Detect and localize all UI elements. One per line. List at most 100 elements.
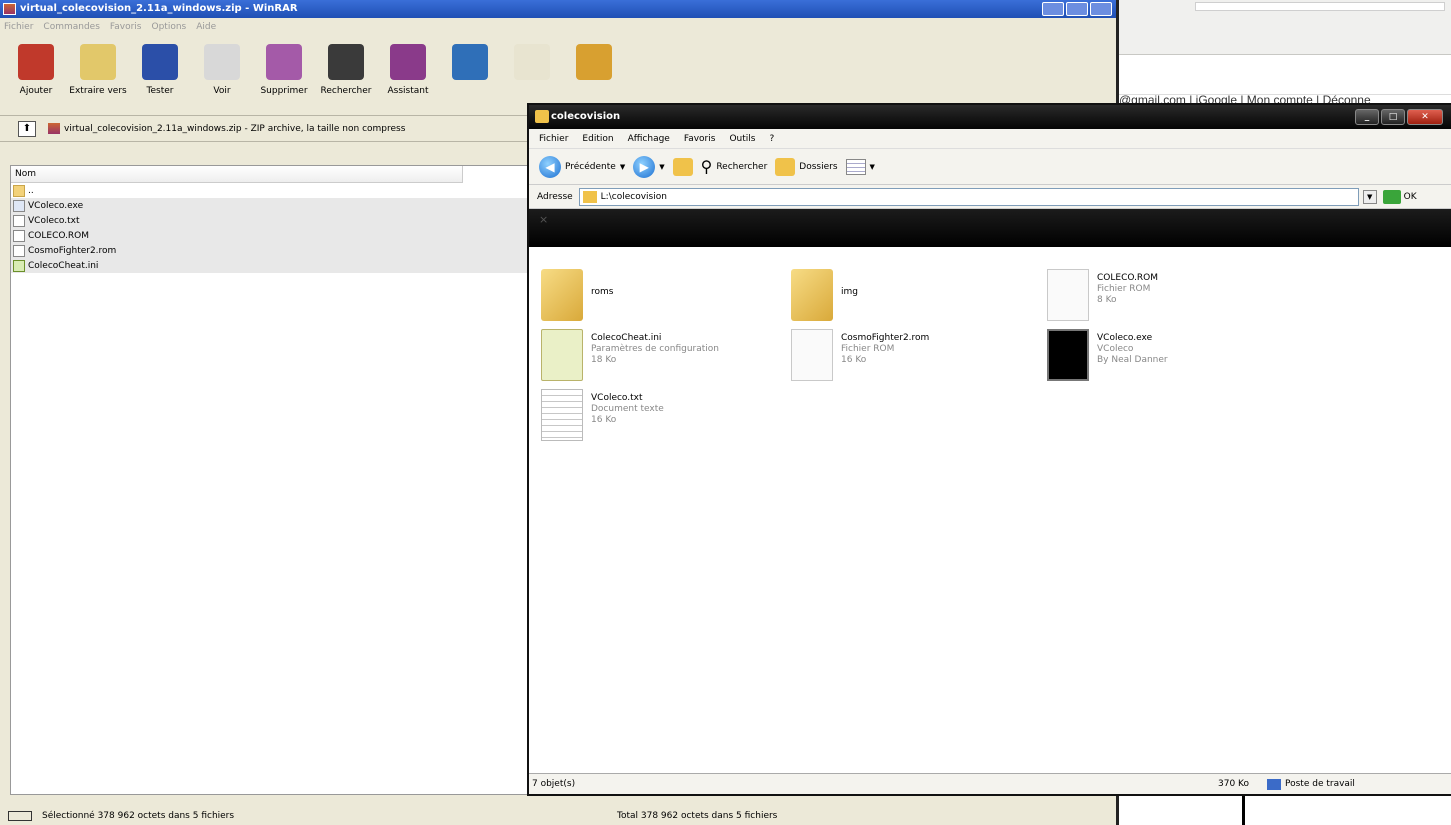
menu-aide[interactable]: Aide [196,22,216,32]
txt-file-icon [13,214,25,227]
toolbar-button-sfx[interactable] [566,44,622,86]
toolbar-button-voir[interactable]: Voir [194,44,250,96]
address-value: L:\colecovision [600,191,667,202]
file-item-name: roms [591,287,614,297]
views-button[interactable]: ▼ [845,158,875,175]
view-icon [204,44,240,80]
toolbar-button-ajouter[interactable]: Ajouter [8,44,64,96]
winrar-title: virtual_colecovision_2.11a_windows.zip -… [20,3,298,14]
toolbar-button-assistant[interactable]: Assistant [380,44,436,96]
chevron-down-icon[interactable]: ▼ [659,163,664,171]
address-dropdown-button[interactable]: ▼ [1362,189,1377,204]
exe-file-icon [13,199,25,212]
address-label: Adresse [537,191,573,202]
file-item-info: Paramètres de configuration [591,344,719,354]
close-button[interactable] [1090,2,1112,16]
test-icon [142,44,178,80]
add-archive-icon [18,44,54,80]
delete-icon [266,44,302,80]
file-item-info: Fichier ROM [841,344,895,354]
toolbar-button-comment[interactable] [504,44,560,86]
winrar-statusbar: Sélectionné 378 962 octets dans 5 fichie… [0,806,1116,825]
info-icon [452,44,488,80]
menu-edition[interactable]: Edition [582,134,613,144]
menu-fichier[interactable]: Fichier [4,22,33,32]
drive-icon[interactable] [8,810,32,821]
search-button[interactable]: ⚲ Rechercher [701,157,768,176]
winrar-titlebar[interactable]: virtual_colecovision_2.11a_windows.zip -… [0,0,1116,18]
toolbar-button-extraire-vers[interactable]: Extraire vers [69,44,127,96]
menu-favoris[interactable]: Favoris [110,22,142,32]
winrar-app-icon [3,3,16,15]
folder-icon [535,110,549,123]
toolbar-button-rechercher[interactable]: Rechercher [318,44,374,96]
file-item[interactable]: roms [541,269,613,321]
explorer-menubar: Fichier Edition Affichage Favoris Outils… [529,129,1451,149]
file-item-name: VColeco.txt [591,393,643,403]
archive-path[interactable]: virtual_colecovision_2.11a_windows.zip -… [48,123,405,134]
close-icon[interactable]: × [539,213,548,226]
file-item-details: COLECO.ROM Fichier ROM 8 Ko [1097,269,1158,305]
folders-label: Dossiers [799,161,838,172]
rom-file-icon [13,229,25,242]
file-item[interactable]: VColeco.exe VColeco By Neal Danner [1047,329,1168,381]
file-item[interactable]: img [791,269,858,321]
go-label: OK [1403,191,1417,202]
back-arrow-icon: ◀ [539,155,561,178]
file-item-name: img [841,287,858,297]
explorer-titlebar[interactable]: colecovision _ □ ✕ [529,105,1451,129]
file-item[interactable]: ColecoCheat.ini Paramètres de configurati… [541,329,719,381]
forward-button[interactable]: ▶ ▼ [633,155,665,178]
toolbar-button-supprimer[interactable]: Supprimer [256,44,312,96]
toolbar-button-label: Rechercher [320,86,372,96]
folder-icon [582,190,597,203]
folder-icon [541,269,583,321]
file-item[interactable]: COLECO.ROM Fichier ROM 8 Ko [1047,269,1158,321]
menu-commandes[interactable]: Commandes [43,22,99,32]
toolbar-button-info[interactable] [442,44,498,86]
doc-icon [791,329,833,381]
close-button[interactable]: ✕ [1407,109,1443,125]
file-item[interactable]: VColeco.txt Document texte 16 Ko [541,389,664,441]
file-item-details: VColeco.exe VColeco By Neal Danner [1097,329,1168,365]
minimize-button[interactable]: _ [1355,109,1379,125]
rom-file-icon [13,244,25,257]
menu-options[interactable]: Options [152,22,187,32]
menu-favoris[interactable]: Favoris [684,134,716,144]
minimize-button[interactable] [1042,2,1064,16]
file-item-info: 8 Ko [1097,295,1117,305]
archive-file-name: VColeco.exe [28,200,84,211]
up-folder-button[interactable]: ⬆ [18,120,36,137]
menu-help[interactable]: ? [769,134,774,144]
menu-affichage[interactable]: Affichage [628,134,670,144]
go-button[interactable]: OK [1382,189,1417,204]
folder-up-icon[interactable] [672,157,693,176]
toolbar-button-tester[interactable]: Tester [132,44,188,96]
column-header-name[interactable]: Nom [11,166,463,183]
menu-outils[interactable]: Outils [729,134,755,144]
dark-band: × [529,209,1451,247]
maximize-button[interactable]: □ [1381,109,1405,125]
archive-file-name: ColecoCheat.ini [28,260,99,271]
winrar-window-controls [1042,2,1112,16]
explorer-window-controls: _ □ ✕ [1355,109,1443,125]
computer-icon [1267,778,1281,790]
folder-file-icon [13,184,25,197]
ini-icon [541,329,583,381]
file-item-details: CosmoFighter2.rom Fichier ROM 16 Ko [841,329,929,365]
selection-status: Sélectionné 378 962 octets dans 5 fichie… [42,810,235,821]
address-field[interactable]: L:\colecovision [578,187,1359,206]
back-button[interactable]: ◀ Précédente ▼ [539,155,625,178]
file-item[interactable]: CosmoFighter2.rom Fichier ROM 16 Ko [791,329,929,381]
maximize-button[interactable] [1066,2,1088,16]
location-zone: Poste de travail [1259,778,1355,790]
wizard-icon [390,44,426,80]
comment-icon [514,44,550,80]
chevron-down-icon[interactable]: ▼ [620,163,625,171]
toolbar-button-label: Assistant [387,86,429,96]
object-count: 7 objet(s) [532,779,576,789]
browser-address-field[interactable] [1195,2,1445,11]
file-item-info: 16 Ko [841,355,867,365]
folders-button[interactable]: Dossiers [775,157,838,176]
menu-fichier[interactable]: Fichier [539,134,568,144]
